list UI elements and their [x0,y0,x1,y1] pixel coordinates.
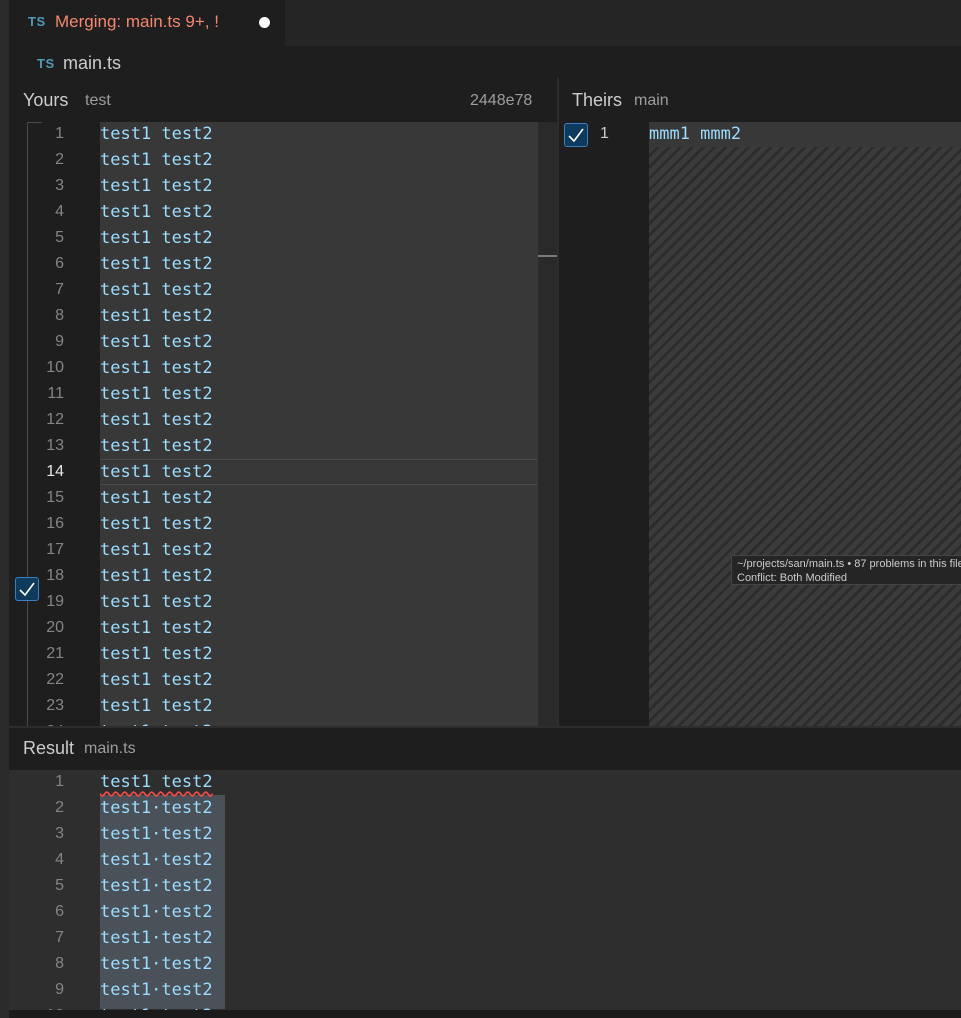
yours-line-numbers: 123456789101112131415161718192021222324 [0,121,64,726]
code-line: test1 test2 [100,280,213,300]
line-number: 7 [55,281,64,298]
pane-divider[interactable] [557,78,559,726]
line-number: 4 [55,203,64,220]
line-number: 11 [47,385,64,402]
yours-commit: 2448e78 [470,92,533,109]
line-number: 22 [46,671,64,688]
code-line: test1 test2 [100,150,213,170]
line-number: 16 [46,515,64,532]
tooltip-conflict: Conflict: Both Modified [737,572,848,584]
line-number: 2 [55,151,64,168]
line-number: 1 [55,125,64,142]
code-line: test1·test2 [100,1003,213,1010]
code-line: test1 test2 [100,384,213,404]
code-line: test1·test2 [100,876,213,896]
code-line: test1 test2 [100,540,213,560]
line-number: 5 [55,877,64,894]
code-line: test1 test2 [100,124,213,144]
code-line: test1·test2 [100,798,213,818]
code-line: test1·test2 [100,902,213,922]
line-number: 12 [46,411,64,428]
checkmark-icon [568,128,584,143]
line-number: 23 [46,697,64,714]
theirs-title: Theirs [572,90,623,110]
line-number: 21 [46,645,64,662]
code-line: test1 test2 [100,436,213,456]
line-number: 17 [46,541,64,558]
line-number: 9 [55,981,64,998]
line-number: 1 [55,773,64,790]
code-line: test1 test2 [100,488,213,508]
line-number: 5 [55,229,64,246]
code-line: test1 test2 [100,719,213,726]
line-number: 2 [55,799,64,816]
activity-strip [0,0,9,1018]
result-file: main.ts [84,740,136,757]
line-number: 24 [0,719,64,726]
line-number: 7 [55,929,64,946]
yours-branch: test [85,92,111,109]
line-number: 13 [46,437,64,454]
breadcrumb-file[interactable]: main.ts [63,53,121,74]
code-line: test1·test2 [100,928,213,948]
result-title: Result [23,738,75,758]
code-line: test1 test2 [100,228,213,248]
code-line: test1·test2 [100,824,213,844]
result-line-numbers: 1 2 3 4 5 6 7 8 9 10 [0,769,64,1010]
line-number: 14 [46,463,64,480]
line-number: 20 [46,619,64,636]
checkmark-icon [19,582,35,597]
yours-title: Yours [23,90,69,110]
code-line: test1 test2 [100,358,213,378]
line-number: 9 [55,333,64,350]
code-line: test1 test2 [100,176,213,196]
code-line: test1 test2 [100,306,213,326]
code-line: test1 test2 [100,462,213,482]
line-number: 4 [55,851,64,868]
code-line: test1·test2 [100,850,213,870]
line-number: 6 [55,903,64,920]
accept-theirs-checkbox[interactable] [564,123,588,147]
bottom-scrollbar[interactable] [0,1010,961,1018]
code-line: test1 test2 [100,514,213,534]
code-line: test1 test2 [100,202,213,222]
yours-scrollbar-slider[interactable] [538,255,557,257]
tab-title[interactable]: Merging: main.ts 9+, ! [55,12,219,32]
code-line: test1 test2 [100,644,213,664]
result-header [9,728,961,770]
code-line: test1 test2 [100,410,213,430]
line-number: 10 [0,1003,64,1010]
code-line: test1 test2 [100,696,213,716]
line-number: 3 [55,177,64,194]
theirs-code-line: mmm1 mmm2 [649,124,742,144]
code-line: test1 test2 [100,670,213,690]
line-number: 8 [55,307,64,324]
yours-scrollbar[interactable] [537,122,558,726]
code-line: test1 test2 [100,772,213,792]
code-line: test1·test2 [100,980,213,1000]
accept-yours-checkbox[interactable] [15,577,39,601]
hover-tooltip: ~/projects/san/main.ts • 87 problems in … [731,555,961,585]
line-number: 15 [46,489,64,506]
unsaved-dot-icon[interactable] [259,17,270,28]
code-line: test1·test2 [100,954,213,974]
theirs-empty-region [649,147,961,726]
result-code-lines: test1 test2 test1·test2 test1·test2 test1·t… [100,769,213,1010]
typescript-file-icon: TS [28,14,46,29]
line-number: 8 [55,955,64,972]
typescript-file-icon: TS [37,56,55,71]
line-number: 3 [55,825,64,842]
code-line: test1 test2 [100,618,213,638]
theirs-branch: main [634,92,669,109]
yours-code-lines: test1 test2 test1 test2 test1 test2 test1 t… [100,121,213,726]
code-line: test1 test2 [100,254,213,274]
line-number: 6 [55,255,64,272]
tooltip-problems: ~/projects/san/main.ts • 87 problems in … [737,558,961,570]
line-number: 10 [46,359,64,376]
code-line: test1 test2 [100,566,213,586]
code-line: test1 test2 [100,592,213,612]
theirs-line-number: 1 [600,125,609,142]
code-line: test1 test2 [100,332,213,352]
